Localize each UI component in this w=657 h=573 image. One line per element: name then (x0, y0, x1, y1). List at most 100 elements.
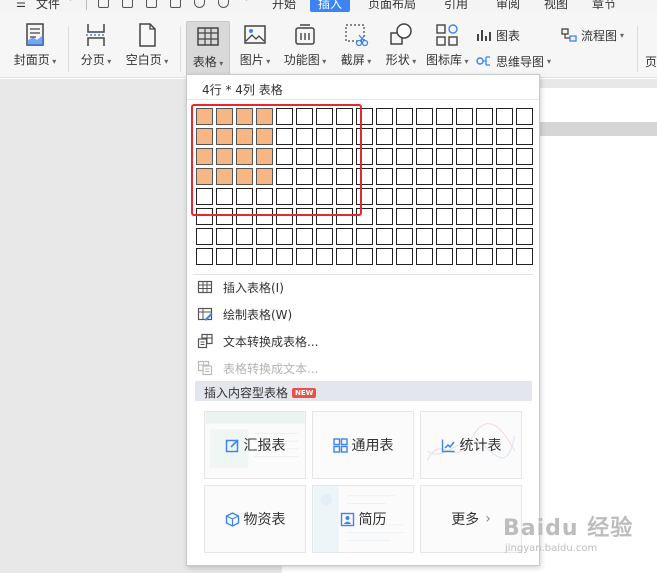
grid-cell[interactable] (516, 168, 533, 185)
page-break-button[interactable]: 分页 (76, 22, 116, 74)
grid-cell[interactable] (256, 228, 273, 245)
grid-cell[interactable] (456, 148, 473, 165)
tab-review[interactable]: 审阅 (496, 0, 520, 12)
grid-cell[interactable] (436, 108, 453, 125)
resume-table-card[interactable]: 简历 (312, 485, 414, 553)
grid-cell[interactable] (476, 168, 493, 185)
grid-cell[interactable] (196, 228, 213, 245)
grid-cell[interactable] (416, 208, 433, 225)
chart-button[interactable]: 图表 (476, 26, 520, 44)
grid-cell[interactable] (376, 228, 393, 245)
grid-cell[interactable] (476, 188, 493, 205)
grid-cell[interactable] (496, 148, 513, 165)
draw-table-item[interactable]: 绘制表格(W) (197, 303, 527, 325)
grid-cell[interactable] (416, 228, 433, 245)
grid-cell[interactable] (276, 228, 293, 245)
grid-cell[interactable] (216, 248, 233, 265)
insert-table-item[interactable]: 插入表格(I) (197, 276, 527, 298)
grid-cell[interactable] (436, 188, 453, 205)
grid-cell[interactable] (476, 208, 493, 225)
grid-cell[interactable] (516, 228, 533, 245)
statistics-table-card[interactable]: 统计表 (420, 411, 522, 479)
grid-cell[interactable] (356, 228, 373, 245)
grid-cell[interactable] (436, 248, 453, 265)
text-to-table-item[interactable]: 文本转换成表格... (197, 330, 527, 352)
grid-cell[interactable] (396, 228, 413, 245)
undo-icon[interactable] (194, 0, 205, 8)
grid-cell[interactable] (456, 188, 473, 205)
tab-insert[interactable]: 插入 (310, 0, 351, 12)
grid-cell[interactable] (496, 228, 513, 245)
grid-cell[interactable] (476, 228, 493, 245)
grid-cell[interactable] (396, 208, 413, 225)
mindmap-button[interactable]: 思维导图 ▾ (476, 52, 551, 70)
materials-table-card[interactable]: 物资表 (204, 485, 306, 553)
grid-cell[interactable] (436, 228, 453, 245)
flowchart-button[interactable]: 流程图 ▾ (561, 26, 624, 44)
grid-cell[interactable] (516, 208, 533, 225)
tab-view[interactable]: 视图 (544, 0, 568, 12)
grid-cell[interactable] (496, 128, 513, 145)
quick-access-chevron-icon[interactable]: ▾ (244, 0, 249, 4)
grid-cell[interactable] (476, 248, 493, 265)
grid-cell[interactable] (476, 148, 493, 165)
table-button[interactable]: 表格 (186, 21, 230, 75)
grid-cell[interactable] (376, 128, 393, 145)
grid-cell[interactable] (356, 248, 373, 265)
tab-chapter[interactable]: 章节 (592, 0, 616, 12)
icon-library-button[interactable]: 图标库 (426, 22, 468, 74)
preview-icon[interactable] (170, 0, 181, 8)
grid-cell[interactable] (516, 148, 533, 165)
picture-button[interactable]: 图片 (235, 22, 275, 74)
grid-cell[interactable] (436, 168, 453, 185)
grid-cell[interactable] (376, 248, 393, 265)
grid-cell[interactable] (376, 168, 393, 185)
header-footer-button[interactable]: 页 (645, 52, 657, 70)
grid-cell[interactable] (396, 188, 413, 205)
grid-cell[interactable] (376, 108, 393, 125)
grid-cell[interactable] (416, 108, 433, 125)
grid-cell[interactable] (316, 228, 333, 245)
grid-cell[interactable] (436, 148, 453, 165)
tab-references[interactable]: 引用 (444, 0, 468, 12)
grid-cell[interactable] (436, 208, 453, 225)
grid-cell[interactable] (476, 108, 493, 125)
chevron-down-icon[interactable]: ▾ (68, 0, 73, 4)
hamburger-icon[interactable]: ☰ (16, 0, 27, 10)
blank-page-button[interactable]: 空白页 (122, 22, 172, 74)
grid-cell[interactable] (236, 248, 253, 265)
grid-cell[interactable] (296, 228, 313, 245)
grid-cell[interactable] (496, 168, 513, 185)
grid-cell[interactable] (376, 188, 393, 205)
export-icon[interactable] (122, 0, 133, 8)
menu-file[interactable]: 文件 (36, 0, 60, 12)
print-icon[interactable] (146, 0, 157, 8)
grid-cell[interactable] (476, 128, 493, 145)
grid-cell[interactable] (496, 108, 513, 125)
grid-cell[interactable] (436, 128, 453, 145)
grid-cell[interactable] (236, 228, 253, 245)
grid-cell[interactable] (216, 228, 233, 245)
grid-cell[interactable] (456, 128, 473, 145)
grid-cell[interactable] (256, 248, 273, 265)
report-table-card[interactable]: 汇报表 (204, 411, 306, 479)
cover-page-button[interactable]: 封面页 (10, 22, 60, 74)
grid-cell[interactable] (336, 248, 353, 265)
grid-cell[interactable] (296, 248, 313, 265)
grid-cell[interactable] (376, 148, 393, 165)
grid-cell[interactable] (396, 248, 413, 265)
grid-cell[interactable] (396, 128, 413, 145)
tab-home[interactable]: 开始 (272, 0, 296, 12)
grid-cell[interactable] (336, 228, 353, 245)
grid-cell[interactable] (496, 248, 513, 265)
grid-cell[interactable] (496, 188, 513, 205)
grid-cell[interactable] (416, 248, 433, 265)
grid-cell[interactable] (416, 168, 433, 185)
grid-cell[interactable] (496, 208, 513, 225)
grid-cell[interactable] (456, 248, 473, 265)
grid-cell[interactable] (516, 128, 533, 145)
screenshot-button[interactable]: 截屏 (336, 22, 376, 74)
grid-cell[interactable] (516, 108, 533, 125)
grid-cell[interactable] (396, 108, 413, 125)
grid-cell[interactable] (396, 168, 413, 185)
